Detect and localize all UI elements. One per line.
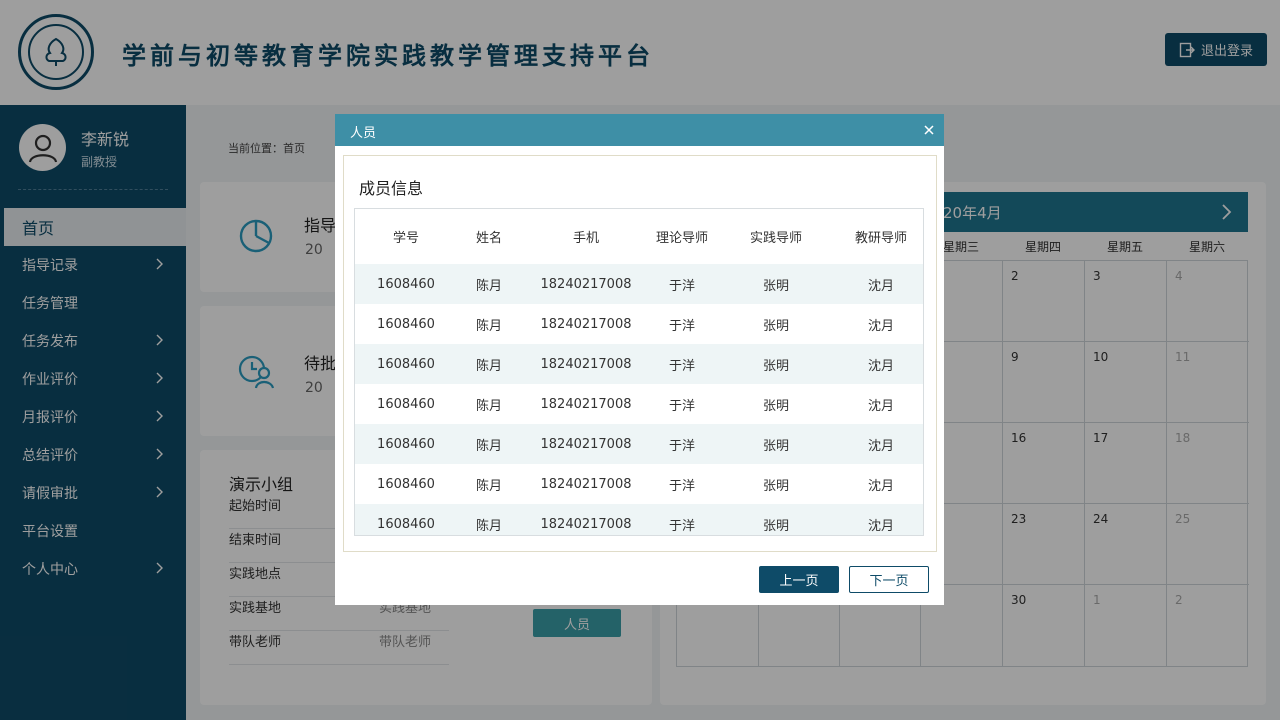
cell-theory-mentor: 于洋 <box>651 424 713 464</box>
modal-title: 人员 <box>350 126 377 141</box>
cell-practice-mentor: 张明 <box>713 344 839 384</box>
cell-student-id: 1608460 <box>355 504 457 535</box>
cell-theory-mentor: 于洋 <box>668 478 695 494</box>
cell-practice-mentor: 张明 <box>762 478 789 494</box>
members-panel: 成员信息 学号 姓名 手机 理论导师 实践导师 教研导师 1608460 陈月 18… <box>343 155 937 552</box>
cell-theory-mentor: 于洋 <box>668 318 695 334</box>
modal-header: 人员 <box>335 114 944 146</box>
cell-theory-mentor: 于洋 <box>651 264 713 304</box>
column-header: 手机 <box>572 231 599 246</box>
cell-theory-mentor: 于洋 <box>668 398 695 414</box>
cell-phone: 18240217008 <box>521 344 651 384</box>
cell-research-mentor: 沈月 <box>839 424 923 464</box>
cell-research-mentor: 沈月 <box>839 344 923 384</box>
cell-name: 陈月 <box>457 424 521 464</box>
cell-student-id: 1608460 <box>355 424 457 464</box>
column-header: 理论导师 <box>655 231 708 246</box>
cell-student-id: 1608460 <box>377 316 435 332</box>
cell-name: 陈月 <box>457 264 521 304</box>
cell-student-id: 1608460 <box>377 396 435 412</box>
cell-phone: 18240217008 <box>521 424 651 464</box>
table-row[interactable]: 1608460 陈月 18240217008 于洋 张明 沈月 <box>355 424 923 464</box>
table-row[interactable]: 1608460 陈月 18240217008 于洋 张明 沈月 <box>355 464 923 504</box>
column-header: 实践导师 <box>749 231 802 246</box>
table-row[interactable]: 1608460 陈月 18240217008 于洋 张明 沈月 <box>355 264 923 304</box>
cell-phone: 18240217008 <box>540 316 632 332</box>
close-icon[interactable] <box>922 123 936 137</box>
cell-phone: 18240217008 <box>540 396 632 412</box>
cell-student-id: 1608460 <box>355 344 457 384</box>
cell-name: 陈月 <box>475 478 502 494</box>
cell-phone: 18240217008 <box>521 504 651 535</box>
column-header: 学号 <box>392 231 419 246</box>
cell-research-mentor: 沈月 <box>839 504 923 535</box>
cell-practice-mentor: 张明 <box>713 424 839 464</box>
table-row[interactable]: 1608460 陈月 18240217008 于洋 张明 沈月 <box>355 384 923 424</box>
prev-page-button[interactable]: 上一页 <box>759 566 839 593</box>
members-modal: 人员 成员信息 学号 姓名 手机 理论导师 实践导师 教研导师 1608460 … <box>335 114 944 605</box>
cell-student-id: 1608460 <box>355 264 457 304</box>
cell-practice-mentor: 张明 <box>762 318 789 334</box>
cell-student-id: 1608460 <box>377 476 435 492</box>
cell-name: 陈月 <box>457 344 521 384</box>
column-header: 姓名 <box>475 231 502 246</box>
cell-research-mentor: 沈月 <box>867 478 894 494</box>
cell-research-mentor: 沈月 <box>867 398 894 414</box>
cell-practice-mentor: 张明 <box>713 504 839 535</box>
members-table-scroll[interactable]: 学号 姓名 手机 理论导师 实践导师 教研导师 1608460 陈月 1824021… <box>354 208 924 536</box>
cell-practice-mentor: 张明 <box>713 264 839 304</box>
cell-research-mentor: 沈月 <box>867 318 894 334</box>
members-table: 学号 姓名 手机 理论导师 实践导师 教研导师 1608460 陈月 1824021… <box>355 209 923 535</box>
cell-phone: 18240217008 <box>540 476 632 492</box>
table-row[interactable]: 1608460 陈月 18240217008 于洋 张明 沈月 <box>355 504 923 535</box>
column-header: 教研导师 <box>854 231 907 246</box>
cell-theory-mentor: 于洋 <box>651 344 713 384</box>
table-row[interactable]: 1608460 陈月 18240217008 于洋 张明 沈月 <box>355 304 923 344</box>
cell-name: 陈月 <box>475 318 502 334</box>
cell-research-mentor: 沈月 <box>839 264 923 304</box>
cell-practice-mentor: 张明 <box>762 398 789 414</box>
cell-name: 陈月 <box>457 504 521 535</box>
table-row[interactable]: 1608460 陈月 18240217008 于洋 张明 沈月 <box>355 344 923 384</box>
next-page-button[interactable]: 下一页 <box>849 566 929 593</box>
table-header-row: 学号 姓名 手机 理论导师 实践导师 教研导师 <box>355 209 923 264</box>
cell-theory-mentor: 于洋 <box>651 504 713 535</box>
cell-phone: 18240217008 <box>521 264 651 304</box>
panel-title: 成员信息 <box>359 179 424 198</box>
cell-name: 陈月 <box>475 398 502 414</box>
